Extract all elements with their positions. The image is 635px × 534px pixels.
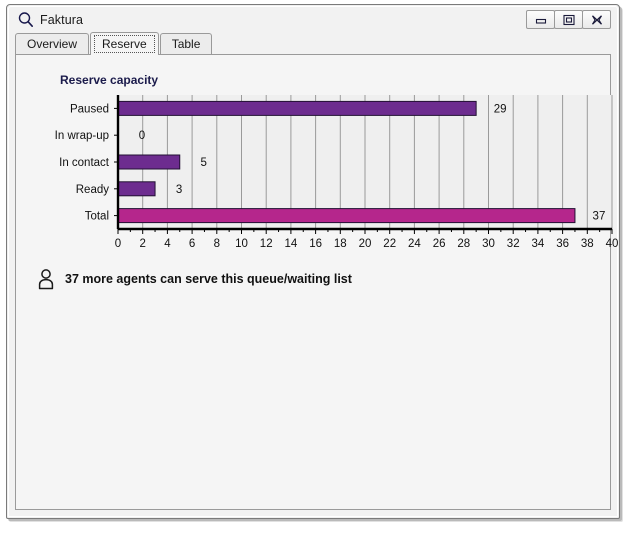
x-tick-label: 24 — [408, 238, 421, 250]
window-controls — [526, 10, 611, 29]
magnifier-icon — [17, 11, 35, 29]
x-tick-label: 28 — [457, 238, 470, 250]
bar — [117, 208, 576, 224]
reserve-tab-panel: Reserve capacity 29 Paused 0 In wrap-up 5 In … — [15, 55, 618, 510]
capacity-note: 37 more agents can serve this queue/wait… — [36, 268, 352, 290]
application-window: Faktura Overview Reserve Table Reserve c… — [6, 4, 620, 519]
tab-bar: Overview Reserve Table — [15, 32, 611, 55]
tab-reserve[interactable]: Reserve — [90, 32, 159, 55]
tab-strip-filler — [213, 33, 611, 55]
x-tick-label: 30 — [482, 238, 495, 250]
bar-value-label: 5 — [201, 157, 207, 169]
screenshot-root: Faktura Overview Reserve Table Reserve c… — [0, 0, 635, 534]
x-tick-label: 16 — [309, 238, 322, 250]
minimize-button[interactable] — [526, 10, 555, 29]
x-tick-label: 32 — [507, 238, 520, 250]
maximize-button[interactable] — [554, 10, 583, 29]
agent-person-icon — [36, 268, 56, 290]
category-label: Paused — [70, 103, 109, 115]
bar-value-label: 29 — [494, 103, 507, 115]
close-button[interactable] — [582, 10, 611, 29]
tab-overview[interactable]: Overview — [15, 33, 90, 54]
tab-table-label: Table — [171, 37, 201, 51]
x-tick-label: 26 — [433, 238, 446, 250]
bar — [117, 100, 477, 116]
x-tick-label: 2 — [139, 238, 145, 250]
bar — [117, 154, 181, 170]
bar — [117, 181, 156, 197]
x-tick-label: 34 — [532, 238, 545, 250]
tab-reserve-label: Reserve — [102, 37, 147, 51]
chart-canvas: 29 Paused 0 In wrap-up 5 In contact 3 Ready 37 To… — [55, 95, 618, 250]
capacity-note-text: 37 more agents can serve this queue/wait… — [65, 272, 352, 286]
x-tick-label: 36 — [556, 238, 569, 250]
bar-value-label: 3 — [176, 184, 182, 196]
x-tick-label: 40 — [606, 238, 618, 250]
category-label: Ready — [76, 184, 109, 196]
bar-value-label: 0 — [139, 130, 145, 142]
x-tick-label: 0 — [115, 238, 121, 250]
bar-value-label: 37 — [593, 211, 606, 223]
x-tick-label: 6 — [189, 238, 195, 250]
x-tick-label: 18 — [334, 238, 347, 250]
title-bar: Faktura — [9, 7, 617, 32]
category-label: In wrap-up — [55, 130, 109, 142]
x-tick-label: 14 — [285, 238, 298, 250]
tab-overview-label: Overview — [27, 37, 78, 51]
window-title: Faktura — [40, 12, 84, 27]
x-tick-label: 20 — [359, 238, 372, 250]
x-tick-label: 22 — [383, 238, 396, 250]
reserve-capacity-bar-chart: 29 Paused 0 In wrap-up 5 In contact 3 Ready 37 To… — [16, 91, 618, 261]
x-tick-label: 38 — [581, 238, 594, 250]
window-inner-frame: Faktura Overview Reserve Table Reserve c… — [8, 6, 618, 517]
x-tick-label: 10 — [235, 238, 248, 250]
x-tick-label: 4 — [164, 238, 171, 250]
x-tick-label: 12 — [260, 238, 273, 250]
tab-table[interactable]: Table — [159, 33, 213, 54]
category-label: In contact — [59, 157, 110, 169]
x-tick-label: 8 — [214, 238, 220, 250]
category-label: Total — [85, 211, 109, 223]
chart-title: Reserve capacity — [60, 73, 159, 87]
